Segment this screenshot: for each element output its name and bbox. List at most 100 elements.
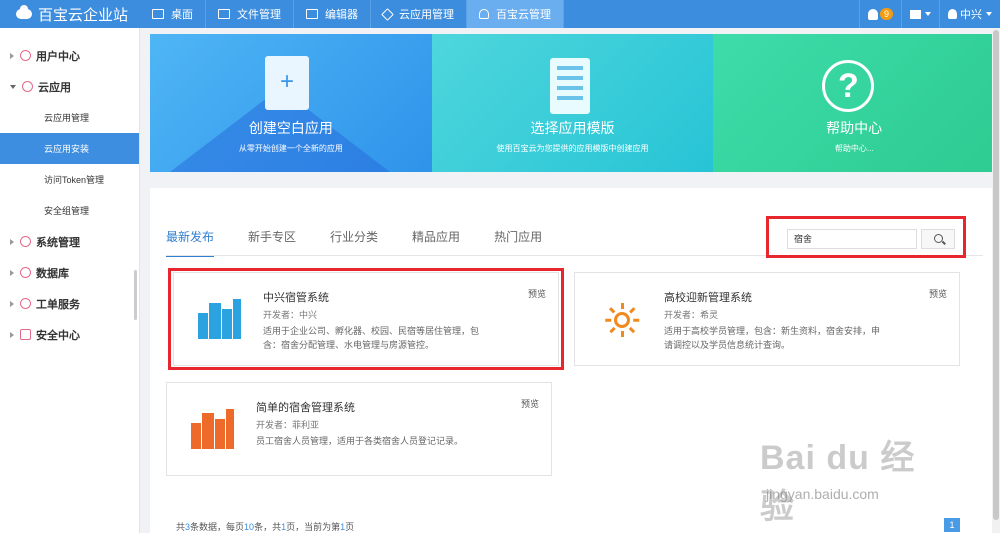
app-card-description: 适用于高校学员管理，包含：新生资料，宿舍安排，申请调控以及学员信息统计查询。	[664, 326, 881, 350]
sidebar-item-database[interactable]: 数据库	[0, 257, 139, 288]
sidebar-item-label: 安全中心	[36, 329, 80, 342]
sidebar-sub-cloud-app-install[interactable]: 云应用安装	[0, 133, 139, 164]
database-icon	[20, 267, 31, 278]
folder-icon	[218, 9, 230, 19]
notifications-button[interactable]: 9	[858, 0, 901, 28]
sidebar-sub-token-manage[interactable]: 访问Token管理	[0, 164, 139, 195]
tab-featured[interactable]: 精品应用	[412, 228, 460, 257]
sidebar-scrollbar[interactable]	[134, 270, 137, 320]
sidebar-item-label: 用户中心	[36, 50, 80, 63]
nav-baibaoyun-manager[interactable]: 百宝云管理	[467, 0, 564, 28]
shield-icon	[20, 329, 31, 340]
new-document-icon: +	[265, 56, 309, 110]
sun-gear-icon	[605, 303, 639, 337]
flag-menu[interactable]	[901, 0, 939, 28]
chevron-right-icon	[10, 269, 14, 276]
search-button[interactable]	[921, 229, 955, 249]
preview-link[interactable]: 预览	[521, 397, 539, 410]
cloud-gear-icon	[20, 236, 31, 247]
preview-link[interactable]: 预览	[929, 287, 947, 300]
sidebar-sub-cloud-app-manage[interactable]: 云应用管理	[0, 102, 139, 133]
sidebar: 用户中心 云应用 云应用管理 云应用安装 访问Token管理 安全组管理 系统管…	[0, 28, 140, 533]
top-bar: 百宝云企业站 桌面 文件管理 编辑器 云应用管理 百宝云管理 9 中兴	[0, 0, 1000, 28]
search-icon	[934, 234, 943, 243]
monitor-icon	[152, 9, 164, 19]
sidebar-sub-label: 云应用安装	[44, 144, 90, 154]
brand[interactable]: 百宝云企业站	[0, 0, 140, 28]
sidebar-item-label: 工单服务	[36, 298, 80, 311]
tab-beginner[interactable]: 新手专区	[248, 228, 296, 257]
tab-popular[interactable]: 热门应用	[494, 228, 542, 257]
baidu-jingyan-watermark: Bai du 经验 jingyan.baidu.com	[748, 420, 948, 526]
nav-label: 桌面	[171, 9, 193, 21]
sidebar-item-user-center[interactable]: 用户中心	[0, 40, 139, 71]
bell-icon	[867, 8, 878, 20]
notification-badge: 9	[879, 8, 893, 20]
nav-label: 编辑器	[325, 9, 358, 21]
user-menu[interactable]: 中兴	[939, 0, 1000, 28]
banner-title: 选择应用模版	[530, 120, 615, 136]
sidebar-item-label: 数据库	[36, 267, 69, 280]
choose-template-panel[interactable]: 选择应用模版 使用百宝云为您提供的应用模版中创建应用	[431, 34, 714, 172]
edit-icon	[306, 9, 318, 19]
nav-file-manager[interactable]: 文件管理	[206, 0, 294, 28]
pagination-prefix: 共	[176, 522, 186, 532]
pagination-suffix: 页	[345, 522, 355, 532]
pagination-info: 共3条数据，每页10条，共1页，当前为第1页	[176, 520, 354, 533]
sidebar-item-label: 云应用	[38, 81, 71, 94]
search-input[interactable]: 宿舍	[787, 229, 917, 249]
sidebar-sub-label: 访问Token管理	[44, 175, 105, 185]
nav-editor[interactable]: 编辑器	[294, 0, 371, 28]
sidebar-sub-label: 云应用管理	[44, 113, 90, 123]
cloud-icon	[22, 81, 33, 92]
app-card[interactable]: 简单的宿舍管理系统 开发者：菲利亚 员工宿舍人员管理，适用于各类宿舍人员登记记录…	[166, 382, 552, 476]
tab-latest[interactable]: 最新发布	[166, 228, 215, 257]
page-scrollbar[interactable]	[992, 28, 1000, 533]
app-card-developer: 开发者：希灵	[664, 310, 719, 320]
user-icon	[948, 9, 957, 19]
app-card-developer: 开发者：菲利亚	[256, 420, 320, 430]
pagination-text: 条，共	[254, 522, 282, 532]
chevron-right-icon	[10, 238, 14, 245]
sidebar-item-label: 系统管理	[36, 236, 80, 249]
sidebar-sub-security-group[interactable]: 安全组管理	[0, 195, 139, 226]
app-title: 百宝云企业站	[38, 6, 129, 24]
scrollbar-thumb[interactable]	[993, 30, 999, 520]
nav-cloud-app-manager[interactable]: 云应用管理	[371, 0, 467, 28]
nav-desktop[interactable]: 桌面	[140, 0, 206, 28]
question-icon: ?	[822, 60, 875, 112]
banner-title: 创建空白应用	[248, 120, 333, 136]
sidebar-item-cloud-app[interactable]: 云应用	[0, 71, 139, 102]
sidebar-sub-label: 安全组管理	[44, 206, 90, 216]
create-blank-app-panel[interactable]: + 创建空白应用 从零开始创建一个全新的应用	[150, 34, 432, 172]
nav-label: 百宝云管理	[496, 9, 551, 21]
chevron-right-icon	[10, 52, 14, 59]
sidebar-item-ticket[interactable]: 工单服务	[0, 288, 139, 319]
pagination-per-page: 10	[244, 522, 255, 532]
cube-icon	[381, 7, 394, 21]
pagination-text: 页，当前为第	[286, 522, 341, 532]
app-card-title: 简单的宿舍管理系统	[256, 402, 355, 414]
search-highlight: 宿舍	[766, 216, 966, 258]
cloud-icon	[16, 5, 32, 19]
tab-industry[interactable]: 行业分类	[330, 228, 378, 257]
chevron-down-icon	[986, 12, 992, 16]
banner-title: 帮助中心	[826, 120, 883, 136]
card-highlight	[168, 268, 564, 370]
buildings-icon	[191, 409, 235, 449]
app-card[interactable]: 高校迎新管理系统 开发者：希灵 适用于高校学员管理，包含：新生资料，宿舍安排，申…	[574, 272, 960, 366]
chevron-right-icon	[10, 331, 14, 338]
banner: + 创建空白应用 从零开始创建一个全新的应用 选择应用模版 使用百宝云为您提供的…	[150, 34, 996, 172]
top-right-tools: 9 中兴	[858, 0, 1000, 28]
sidebar-item-security[interactable]: 安全中心	[0, 319, 139, 350]
nav-label: 文件管理	[237, 9, 281, 21]
pagination-text: 条数据，每页	[190, 522, 245, 532]
ticket-icon	[20, 298, 31, 309]
user-icon	[479, 9, 489, 19]
help-center-panel[interactable]: ? 帮助中心 帮助中心...	[713, 34, 996, 172]
sidebar-item-system[interactable]: 系统管理	[0, 226, 139, 257]
watermark-url: jingyan.baidu.com	[766, 486, 879, 502]
app-card-title: 高校迎新管理系统	[664, 292, 752, 304]
watermark-logo-text: Bai du 经验	[760, 439, 916, 526]
app-card-description: 员工宿舍人员管理，适用于各类宿舍人员登记记录。	[256, 436, 464, 446]
